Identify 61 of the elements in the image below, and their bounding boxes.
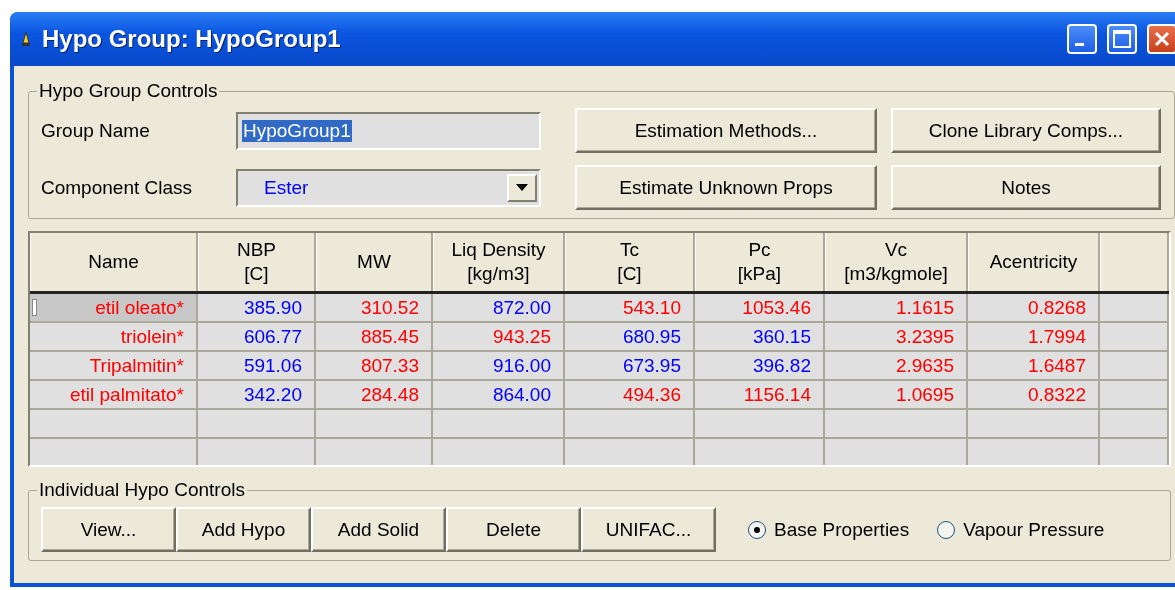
table-cell: 310.52 — [316, 294, 433, 323]
action-button[interactable]: Add Solid — [311, 507, 446, 552]
radio-button[interactable] — [937, 520, 956, 539]
column-header[interactable]: Vc [m3/kgmole] — [825, 233, 968, 291]
table-cell: 1053.46 — [695, 294, 825, 323]
estimate-button[interactable]: Estimate Unknown Props — [575, 165, 877, 210]
table-cell: 1.7994 — [968, 323, 1100, 352]
table-cell: etil oleato* — [30, 294, 198, 323]
table-cell: 0.8268 — [968, 294, 1100, 323]
field-label: Group Name — [41, 119, 151, 142]
table-cell: triolein* — [30, 323, 198, 352]
table-cell: 3.2395 — [825, 323, 968, 352]
table-cell: 591.06 — [198, 352, 316, 381]
table-cell: 342.20 — [198, 381, 316, 410]
column-header[interactable]: MW — [316, 233, 433, 291]
column-header[interactable]: NBP [C] — [198, 233, 316, 291]
dropdown[interactable]: Ester — [236, 168, 541, 207]
table-cell: 916.00 — [433, 352, 565, 381]
table-cell: Tripalmitin* — [30, 352, 198, 381]
table-cell: 872.00 — [433, 294, 565, 323]
column-header[interactable]: Tc [C] — [565, 233, 695, 291]
radio-button[interactable] — [748, 520, 766, 539]
action-button[interactable]: UNIFAC... — [581, 507, 716, 552]
table-cell: 1.6487 — [968, 352, 1100, 381]
action-button[interactable]: Delete — [446, 507, 581, 552]
table-cell: 943.25 — [433, 323, 565, 352]
group-title: Individual Hypo Controls — [38, 479, 246, 501]
column-header[interactable]: Pc [kPa] — [695, 233, 825, 291]
action-button[interactable]: View... — [41, 507, 176, 552]
table-cell: 396.82 — [695, 352, 825, 381]
table-cell: 864.00 — [433, 381, 565, 410]
notes-button[interactable]: Notes — [891, 165, 1161, 210]
table-cell: 1156.14 — [695, 381, 825, 410]
table-cell: 680.95 — [565, 323, 695, 352]
clone-library-button[interactable]: Clone Library Comps... — [891, 108, 1161, 153]
column-header[interactable]: Liq Density [kg/m3] — [433, 233, 565, 291]
table-cell: 606.77 — [198, 323, 316, 352]
app-icon — [20, 31, 32, 47]
table-cell: 1.1615 — [825, 294, 968, 323]
table-cell: 673.95 — [565, 352, 695, 381]
radio-label[interactable]: Vapour Pressure — [963, 518, 1105, 541]
table-cell: 385.90 — [198, 294, 316, 323]
table-cell: 284.48 — [316, 381, 433, 410]
window-title: Hypo Group: HypoGroup1 — [42, 25, 342, 53]
table-cell: 494.36 — [565, 381, 695, 410]
table-cell: 2.9635 — [825, 352, 968, 381]
table-cell: 885.45 — [316, 323, 433, 352]
table-cell: 0.8322 — [968, 381, 1100, 410]
table-cell: 1.0695 — [825, 381, 968, 410]
estimation-methods-button[interactable]: Estimation Methods... — [575, 108, 877, 153]
table-cell: etil palmitato* — [30, 381, 198, 410]
radio-label[interactable]: Base Properties — [774, 518, 910, 541]
group-title: Hypo Group Controls — [38, 80, 219, 102]
action-button[interactable]: Add Hypo — [176, 507, 311, 552]
input-field[interactable]: HypoGroup1 — [236, 111, 541, 150]
column-header[interactable]: Name — [30, 233, 198, 291]
field-label: Component Class — [41, 176, 194, 199]
column-header[interactable]: Acentricity — [968, 233, 1100, 291]
table-cell: 360.15 — [695, 323, 825, 352]
table-cell: 543.10 — [565, 294, 695, 323]
table-cell: 807.33 — [316, 352, 433, 381]
